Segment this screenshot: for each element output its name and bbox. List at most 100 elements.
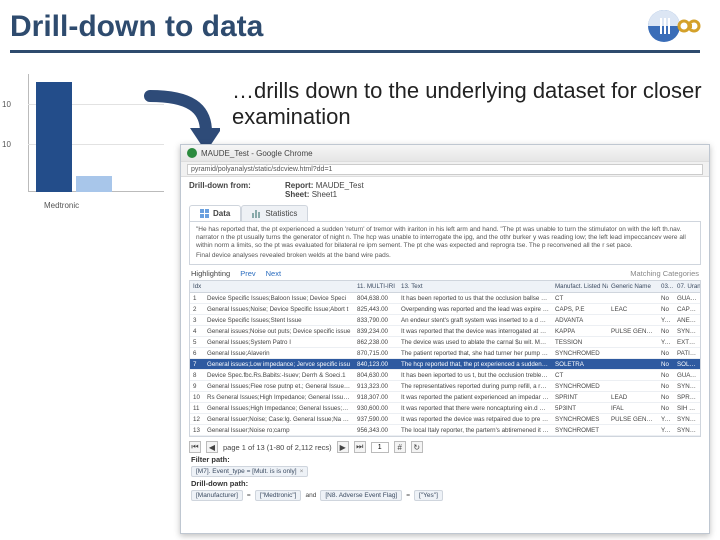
table-row[interactable]: 6General Issue;Alaverin870,715.00The pat…: [190, 348, 700, 359]
y-tick: 10: [2, 100, 11, 109]
pager-prev-button[interactable]: ◀: [206, 441, 218, 453]
cell-cat: General issues;Low impedance; Jervce spe…: [204, 359, 354, 370]
col-category[interactable]: [204, 281, 354, 293]
slide-subtitle: …drills down to the underlying dataset f…: [232, 78, 702, 131]
cell-idx: 2: [190, 304, 204, 315]
table-row[interactable]: 11General Issues;High Impedance; General…: [190, 403, 700, 414]
cell-gen: [608, 337, 658, 348]
chip-remove-icon[interactable]: ×: [300, 468, 304, 475]
cell-text: It was reported the patient experienced …: [398, 392, 552, 403]
drill-chip[interactable]: ["Medtronic"]: [255, 490, 302, 501]
table-row[interactable]: 9General Issues;Flee rose putnp et.; Gen…: [190, 381, 700, 392]
cell-brand: SYNCH/ROMED: [674, 326, 700, 337]
table-toolbar: Highlighting Prev Next Matching Categori…: [181, 265, 709, 280]
cell-text: An endeur stent's graft system was inser…: [398, 315, 552, 326]
chart-bar-secondary[interactable]: [76, 176, 112, 192]
cell-idx: 8: [190, 370, 204, 381]
cell-gen: [608, 425, 658, 436]
slide-title: Drill-down to data: [10, 10, 700, 53]
cell-text: The representatives reported during pump…: [398, 381, 552, 392]
cell-mfr: CT: [552, 370, 608, 381]
cell-idx: 6: [190, 348, 204, 359]
cell-text: It has been ieported to us t, but the oc…: [398, 370, 552, 381]
table-row[interactable]: 13General Issuer;Noise ro;carnp956,343.0…: [190, 425, 700, 436]
cell-brand: EXTENSION: [674, 337, 700, 348]
table-row[interactable]: 1Device Specific Issues;Baloon Issue; De…: [190, 293, 700, 304]
cell-cat: General Issues;Noise; Device Specific Is…: [204, 304, 354, 315]
cell-brand: ANEURX AAADVANTAGE STEN: [674, 315, 700, 326]
col-generic[interactable]: Generic Name: [608, 281, 658, 293]
cell-mfr: SYNCHROMED: [552, 348, 608, 359]
cell-mfr: SOLETRA: [552, 359, 608, 370]
table-row[interactable]: 10Rs General Issues;High Impedance; Gene…: [190, 392, 700, 403]
cell-text: Overpending was reported and the lead wa…: [398, 304, 552, 315]
cell-c: No: [658, 359, 674, 370]
drill-chip[interactable]: [Manufacturer]: [191, 490, 243, 501]
col-flag[interactable]: 03...: [658, 281, 674, 293]
cell-h1: 930,600.00: [354, 403, 398, 414]
report-name: MAUDE_Test: [316, 181, 364, 190]
report-label: Report:: [285, 181, 313, 190]
tab-data-label: Data: [213, 209, 230, 218]
cell-h1: 833,790.00: [354, 315, 398, 326]
cell-h1: 913,323.00: [354, 381, 398, 392]
cell-cat: Device Specific Issues;Baloon Issue; Dev…: [204, 293, 354, 304]
col-mfr[interactable]: Manufact. Listed Name: [552, 281, 608, 293]
pager-go-button[interactable]: #: [394, 441, 406, 453]
cell-gen: [608, 293, 658, 304]
drill-chip[interactable]: ["Yes"]: [414, 490, 443, 501]
cell-c: No: [658, 326, 674, 337]
col-multi[interactable]: 11. MULTI-IRI: [354, 281, 398, 293]
table-row[interactable]: 12General Issuer;Noise; Case:lg. General…: [190, 414, 700, 425]
chart-bar-main[interactable]: [36, 82, 72, 192]
pagination-bar: ⏮ ◀ page 1 of 13 (1-80 of 2,112 recs) ▶ …: [189, 441, 701, 453]
table-row[interactable]: 7General issues;Low impedance; Jervce sp…: [190, 359, 700, 370]
table-row[interactable]: 2General Issues;Noise; Device Specific I…: [190, 304, 700, 315]
table-row[interactable]: 8Device Spec.fbc.Rs.Babits:-Isuev; Derrh…: [190, 370, 700, 381]
cell-brand: GUARDWIRE PLUS OTW: [674, 293, 700, 304]
cell-cat: Rs General Issues;High Impedance; Genera…: [204, 392, 354, 403]
table-row[interactable]: 4General issues;Noise out puts; Device s…: [190, 326, 700, 337]
col-brand[interactable]: 07. Urand Name: [674, 281, 700, 293]
tab-data[interactable]: Data: [189, 205, 241, 221]
cell-h1: 956,343.00: [354, 425, 398, 436]
next-link[interactable]: Next: [266, 269, 281, 278]
pager-page-input[interactable]: [371, 442, 389, 453]
filter-chip[interactable]: [M7]. Event_type = [Mult. is is only]×: [191, 466, 308, 477]
cell-cat: General Issues;High Impedance; General I…: [204, 403, 354, 414]
col-idx[interactable]: Idx: [190, 281, 204, 293]
slide-logo: [642, 6, 702, 53]
tab-statistics-label: Statistics: [265, 209, 297, 218]
pager-last-button[interactable]: ⏭: [354, 441, 366, 453]
url-input[interactable]: pyramid/polyanalyst/static/sdcview.html?…: [187, 164, 703, 175]
cell-brand: GUATWISIFR PLUS OTW: [674, 370, 700, 381]
pager-first-button[interactable]: ⏮: [189, 441, 201, 453]
cell-brand: SYNCHROMEI B: [674, 414, 700, 425]
cell-gen: [608, 370, 658, 381]
cell-gen: PULSE GENERATOR; PIFN: [608, 414, 658, 425]
pager-next-button[interactable]: ▶: [337, 441, 349, 453]
drill-op: =: [406, 492, 410, 499]
cell-c: No: [658, 370, 674, 381]
table-row[interactable]: 5General Issues;System Patro I862,238.00…: [190, 337, 700, 348]
drill-chip[interactable]: [N8. Adverse Event Flag]: [320, 490, 402, 501]
pager-refresh-button[interactable]: ↻: [411, 441, 423, 453]
browser-tab-title: MAUDE_Test - Google Chrome: [201, 149, 313, 158]
cell-mfr: SYNCHROMED: [552, 381, 608, 392]
prev-link[interactable]: Prev: [240, 269, 255, 278]
table-header-row: Idx 11. MULTI-IRI 13. Text Manufact. Lis…: [190, 281, 700, 293]
cell-brand: CAPS.RE ELICHISS: [674, 304, 700, 315]
cell-h1: 918,307.00: [354, 392, 398, 403]
cell-cat: General Issues;Flee rose putnp et.; Gene…: [204, 381, 354, 392]
cell-h1: 862,238.00: [354, 337, 398, 348]
cell-brand: SOLEI-A: [674, 359, 700, 370]
browser-titlebar: MAUDE_Test - Google Chrome: [181, 145, 709, 161]
table-row[interactable]: 3Device Specific Issues;Stent Issue833,7…: [190, 315, 700, 326]
matching-categories-label: Matching Categories: [630, 269, 699, 278]
cell-idx: 5: [190, 337, 204, 348]
cell-mfr: TESSION: [552, 337, 608, 348]
cell-cat: Device Spec.fbc.Rs.Babits:-Isuev; Derrh …: [204, 370, 354, 381]
col-text[interactable]: 13. Text: [398, 281, 552, 293]
tab-statistics[interactable]: Statistics: [241, 205, 308, 221]
cell-idx: 3: [190, 315, 204, 326]
